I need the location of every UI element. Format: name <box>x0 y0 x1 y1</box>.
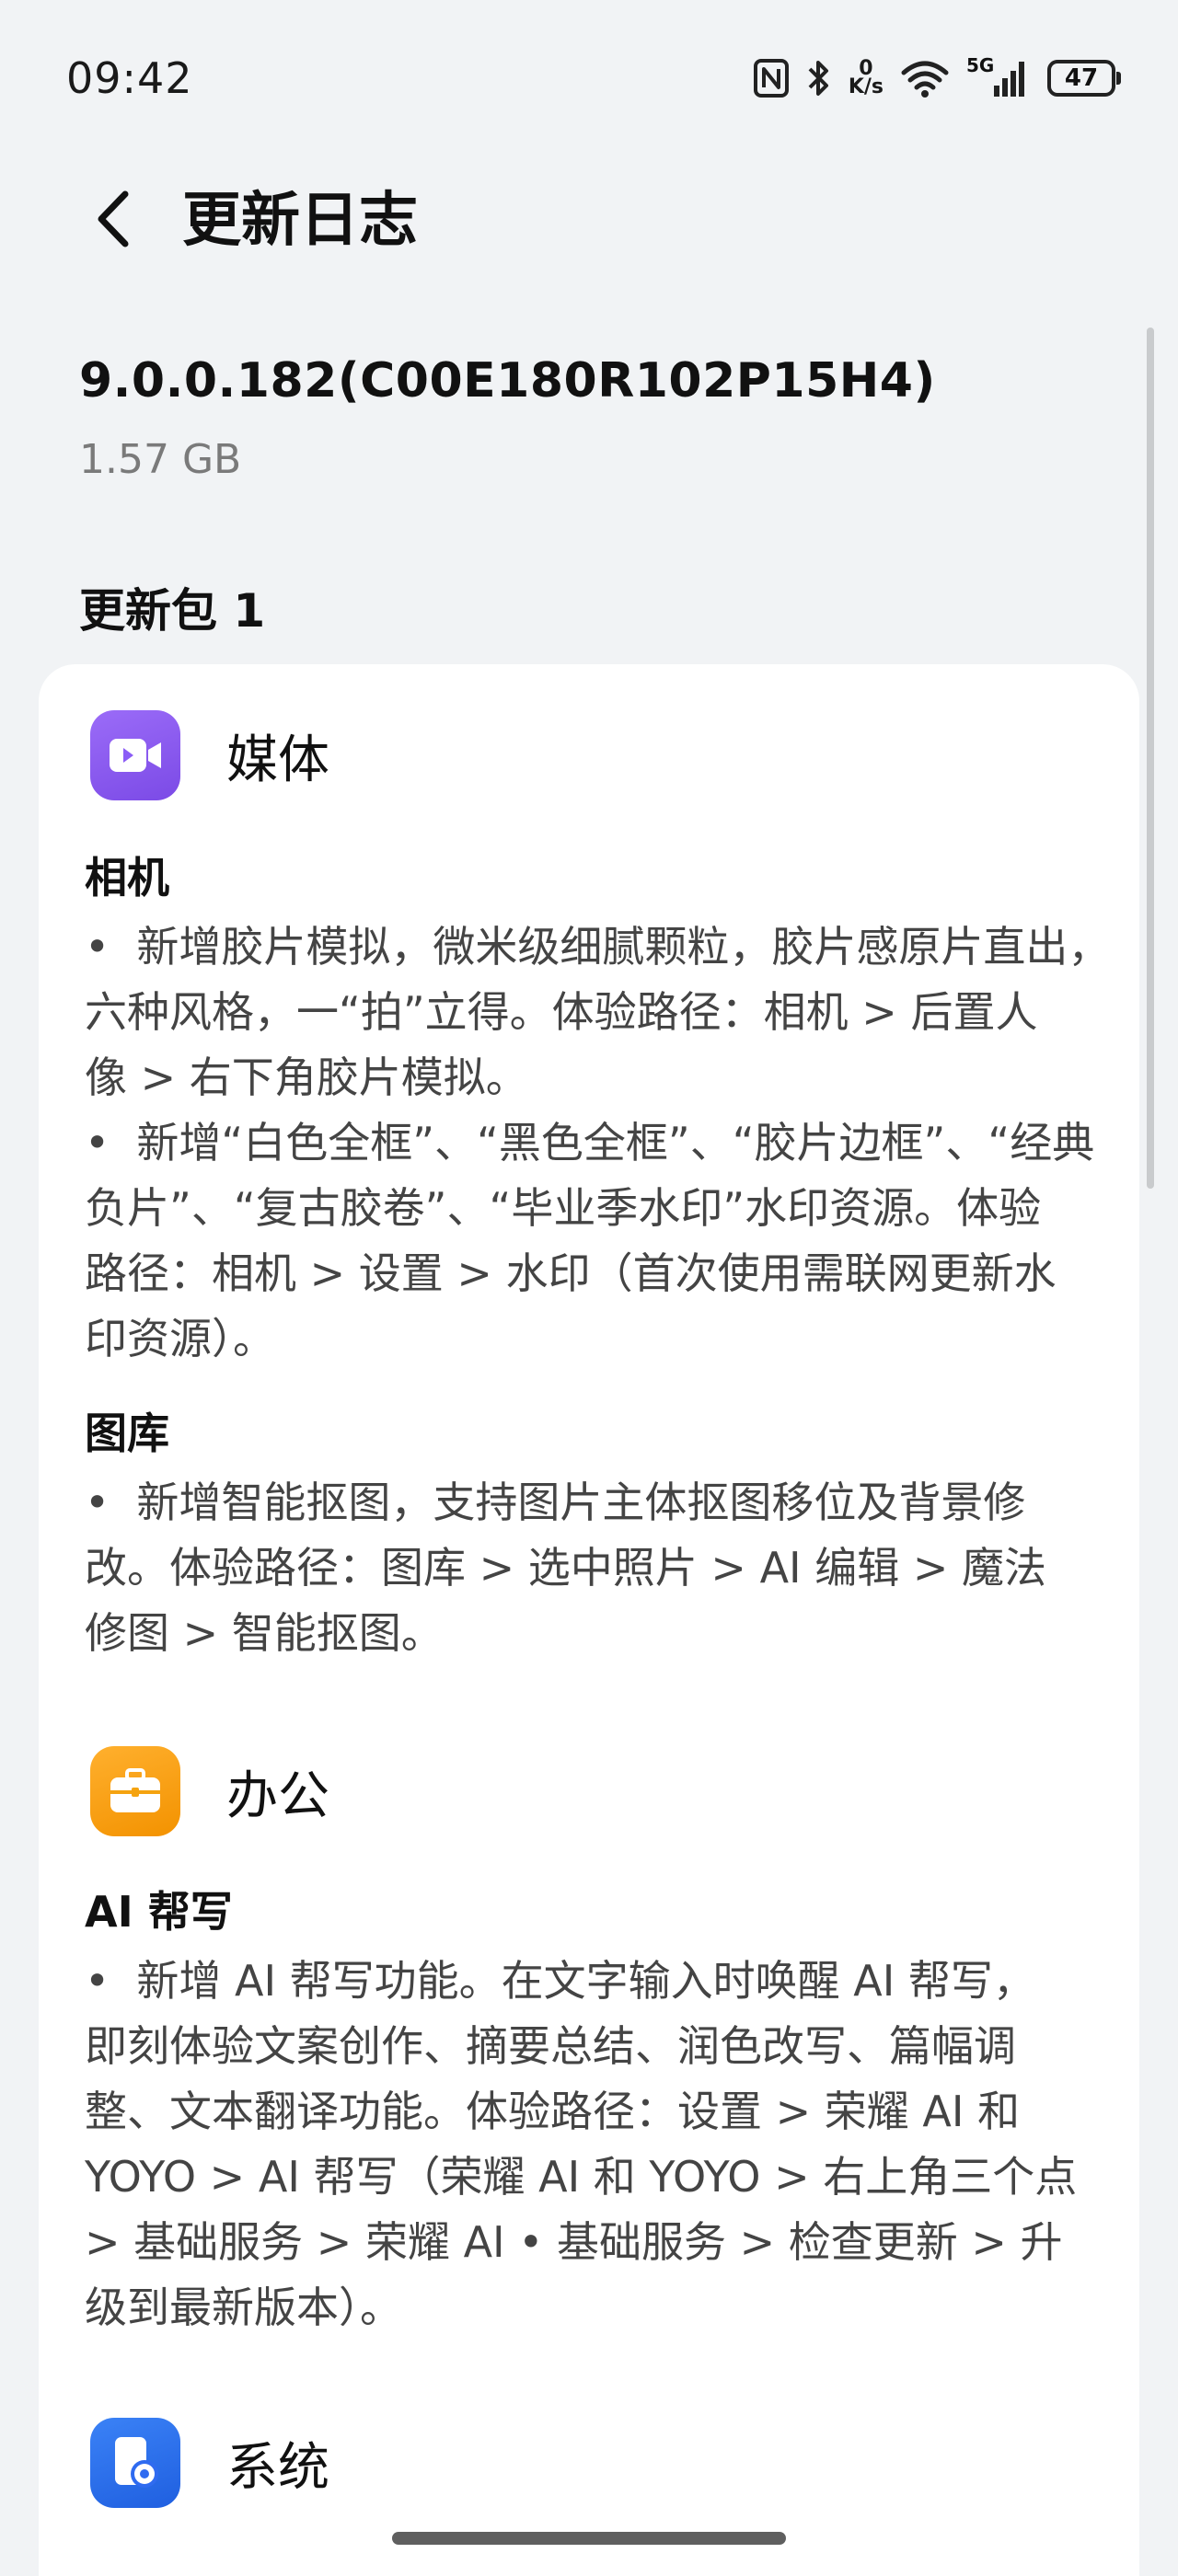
status-time: 09:42 <box>66 53 193 103</box>
network-speed-unit: K/s <box>848 75 884 98</box>
phone-settings-icon <box>90 2418 180 2508</box>
section-office: 办公 <box>90 1746 329 1836</box>
wifi-icon <box>900 58 950 98</box>
changelog-card: 媒体 相机 • 新增胶片模拟，微米级细腻颗粒，胶片感原片直出， 六种风格，一“拍… <box>39 664 1139 2576</box>
briefcase-icon <box>90 1746 180 1836</box>
subsection-text-gallery: • 新增智能抠图，支持图片主体抠图移位及背景修 改。体验路径：图库 > 选中照片… <box>85 1478 1047 1658</box>
subsection-title-camera: 相机 <box>85 853 169 903</box>
network-speed: 0 K/s <box>848 59 884 98</box>
nfc-icon <box>753 58 790 98</box>
back-arrow-icon <box>98 190 129 247</box>
section-media: 媒体 <box>90 710 329 800</box>
package-size: 1.57 GB <box>79 436 242 483</box>
video-camera-icon <box>90 710 180 800</box>
scrollbar[interactable] <box>1147 328 1154 1189</box>
home-indicator[interactable] <box>392 2532 786 2545</box>
back-button[interactable] <box>85 182 140 256</box>
subsection-text-ai-writing: • 新增 AI 帮写功能。在文字输入时唤醒 AI 帮写， 即刻体验文案创作、摘要… <box>85 1956 1078 2332</box>
status-icons: 0 K/s 5G 47 <box>753 53 1121 103</box>
subsection-text-camera: • 新增胶片模拟，微米级细腻颗粒，胶片感原片直出， 六种风格，一“拍”立得。体验… <box>85 922 1111 1363</box>
section-title-system: 系统 <box>226 2437 329 2498</box>
bluetooth-icon <box>806 58 832 98</box>
section-system: 系统 <box>90 2418 329 2508</box>
network-type: 5G <box>966 54 995 76</box>
version-number: 9.0.0.182(C00E180R102P15H4) <box>79 353 936 408</box>
update-package-label: 更新包 1 <box>79 584 266 638</box>
cellular-signal: 5G <box>966 54 1031 100</box>
battery-level: 47 <box>1064 64 1099 92</box>
page-title: 更新日志 <box>182 187 418 255</box>
section-title-media: 媒体 <box>226 730 329 790</box>
update-log-screen: 09:42 0 K/s 5G 47 更新日志 9.0.0.182(C00E180… <box>0 0 1178 2576</box>
subsection-title-gallery: 图库 <box>85 1409 169 1458</box>
section-title-office: 办公 <box>226 1765 329 1826</box>
subsection-title-ai-writing: AI 帮写 <box>85 1887 233 1937</box>
status-bar: 09:42 0 K/s 5G 47 <box>0 0 1178 156</box>
battery-indicator: 47 <box>1047 60 1121 97</box>
